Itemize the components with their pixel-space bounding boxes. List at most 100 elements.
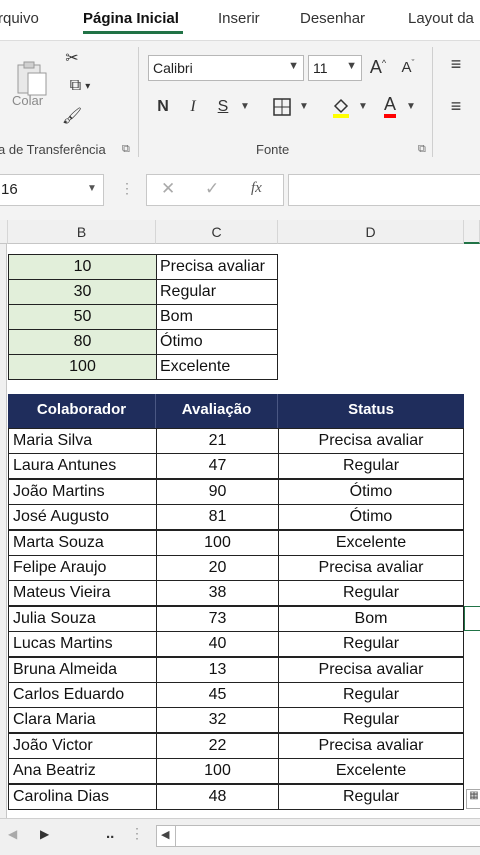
table-cell-colaborador[interactable]: Ana Beatriz [8, 758, 157, 784]
ref-label-cell[interactable]: Precisa avaliar [156, 254, 278, 280]
table-cell-colaborador[interactable]: Carolina Dias [8, 784, 157, 810]
scroll-left-icon[interactable]: ◀ [8, 827, 17, 841]
table-cell-avaliacao[interactable]: 73 [156, 606, 279, 632]
table-cell-colaborador[interactable]: Bruna Almeida [8, 657, 157, 683]
table-header-colaborador[interactable]: Colaborador [8, 394, 156, 428]
font-color-button[interactable]: A [378, 93, 402, 119]
table-cell-avaliacao[interactable]: 13 [156, 657, 279, 683]
table-cell-colaborador[interactable]: Carlos Eduardo [8, 682, 157, 708]
name-box[interactable]: 16 ▼ [0, 174, 104, 206]
font-name-select[interactable]: Calibri ▼ [148, 55, 304, 81]
table-cell-status[interactable]: Precisa avaliar [278, 555, 464, 581]
borders-button[interactable] [270, 95, 294, 119]
table-cell-status[interactable]: Precisa avaliar [278, 428, 464, 454]
table-cell-colaborador[interactable]: João Victor [8, 733, 157, 759]
italic-button[interactable]: I [182, 95, 204, 119]
table-cell-status[interactable]: Regular [278, 631, 464, 657]
table-cell-avaliacao[interactable]: 45 [156, 682, 279, 708]
table-cell-avaliacao[interactable]: 48 [156, 784, 279, 810]
table-cell-avaliacao[interactable]: 21 [156, 428, 279, 454]
table-cell-status[interactable]: Regular [278, 682, 464, 708]
format-painter-button[interactable]: 🖌 [60, 105, 84, 127]
column-header-d[interactable]: D [278, 220, 464, 244]
ref-value-cell[interactable]: 30 [8, 279, 157, 305]
table-cell-status[interactable]: Excelente [278, 758, 464, 784]
confirm-icon[interactable]: ✓ [205, 179, 219, 199]
tab-inserir[interactable]: Inserir [218, 10, 260, 27]
table-cell-colaborador[interactable]: Maria Silva [8, 428, 157, 454]
font-size-select[interactable]: 11 ▼ [308, 55, 362, 81]
column-header-c[interactable]: C [156, 220, 278, 244]
table-cell-status[interactable]: Ótimo [278, 479, 464, 505]
cut-button[interactable]: ✂ [60, 47, 84, 69]
table-cell-status[interactable]: Precisa avaliar [278, 733, 464, 759]
table-cell-avaliacao[interactable]: 38 [156, 580, 279, 606]
column-header-e[interactable] [464, 220, 480, 244]
table-cell-colaborador[interactable]: João Martins [8, 479, 157, 505]
align-top-button[interactable]: ≡ [444, 53, 468, 75]
table-cell-status[interactable]: Bom [278, 606, 464, 632]
table-cell-avaliacao[interactable]: 22 [156, 733, 279, 759]
ref-label-cell[interactable]: Bom [156, 304, 278, 330]
table-cell-colaborador[interactable]: Julia Souza [8, 606, 157, 632]
scroll-left-arrow-icon[interactable]: ◀ [161, 828, 169, 841]
tab-pagina-inicial[interactable]: Página Inicial [83, 10, 179, 27]
corner-select-all[interactable] [0, 220, 8, 244]
shrink-font-button[interactable]: Aˇ [396, 55, 420, 79]
table-cell-avaliacao[interactable]: 81 [156, 504, 279, 530]
table-cell-colaborador[interactable]: Clara Maria [8, 707, 157, 733]
grow-font-button[interactable]: A^ [366, 55, 390, 79]
column-header-b[interactable]: B [8, 220, 156, 244]
table-cell-status[interactable]: Excelente [278, 530, 464, 556]
chevron-down-icon[interactable]: ▼ [358, 101, 368, 112]
align-left-button[interactable]: ≡ [444, 95, 468, 117]
chevron-down-icon[interactable]: ▼ [240, 101, 250, 112]
tab-arquivo[interactable]: rquivo [0, 10, 39, 27]
chevron-down-icon[interactable]: ▼ [299, 101, 309, 112]
chevron-down-icon[interactable]: ▼ [87, 183, 97, 194]
table-header-status[interactable]: Status [278, 394, 464, 428]
worksheet-grid[interactable]: 10 Precisa avaliar 30 Regular 50 Bom 80 … [0, 244, 480, 818]
ref-value-cell[interactable]: 100 [8, 354, 157, 380]
ref-value-cell[interactable]: 80 [8, 329, 157, 355]
table-cell-avaliacao[interactable]: 20 [156, 555, 279, 581]
underline-button[interactable]: S [212, 95, 234, 119]
table-cell-avaliacao[interactable]: 100 [156, 758, 279, 784]
tab-desenhar[interactable]: Desenhar [300, 10, 365, 27]
insert-function-button[interactable]: fx [251, 180, 262, 197]
table-cell-avaliacao[interactable]: 90 [156, 479, 279, 505]
table-header-avaliacao[interactable]: Avaliação [156, 394, 278, 428]
table-cell-status[interactable]: Regular [278, 784, 464, 810]
cancel-icon[interactable]: ✕ [161, 179, 175, 199]
tab-layout[interactable]: Layout da [408, 10, 474, 27]
table-cell-colaborador[interactable]: Lucas Martins [8, 631, 157, 657]
ref-label-cell[interactable]: Regular [156, 279, 278, 305]
table-cell-status[interactable]: Regular [278, 707, 464, 733]
dialog-launcher-icon[interactable]: ⧉ [122, 143, 130, 156]
chevron-down-icon[interactable]: ▼ [406, 101, 416, 112]
table-cell-colaborador[interactable]: Felipe Araujo [8, 555, 157, 581]
ref-label-cell[interactable]: Ótimo [156, 329, 278, 355]
ref-value-cell[interactable]: 50 [8, 304, 157, 330]
table-cell-status[interactable]: Regular [278, 453, 464, 479]
table-cell-avaliacao[interactable]: 40 [156, 631, 279, 657]
table-cell-colaborador[interactable]: Mateus Vieira [8, 580, 157, 606]
table-cell-status[interactable]: Precisa avaliar [278, 657, 464, 683]
table-cell-status[interactable]: Regular [278, 580, 464, 606]
table-cell-status[interactable]: Ótimo [278, 504, 464, 530]
horizontal-scrollbar[interactable]: ◀ [156, 825, 480, 847]
more-sheets-button[interactable]: .. [106, 825, 114, 842]
copy-button[interactable]: ⧉ ▾ [58, 75, 102, 97]
fill-color-button[interactable] [328, 95, 354, 119]
ref-value-cell[interactable]: 10 [8, 254, 157, 280]
table-cell-avaliacao[interactable]: 100 [156, 530, 279, 556]
formula-input[interactable] [288, 174, 480, 206]
table-cell-colaborador[interactable]: Laura Antunes [8, 453, 157, 479]
table-cell-colaborador[interactable]: Marta Souza [8, 530, 157, 556]
table-cell-avaliacao[interactable]: 32 [156, 707, 279, 733]
scroll-right-icon[interactable]: ▶ [40, 827, 49, 841]
table-cell-colaborador[interactable]: José Augusto [8, 504, 157, 530]
quick-analysis-icon[interactable]: ▦ [466, 789, 480, 809]
dialog-launcher-icon[interactable]: ⧉ [418, 143, 426, 156]
table-cell-avaliacao[interactable]: 47 [156, 453, 279, 479]
